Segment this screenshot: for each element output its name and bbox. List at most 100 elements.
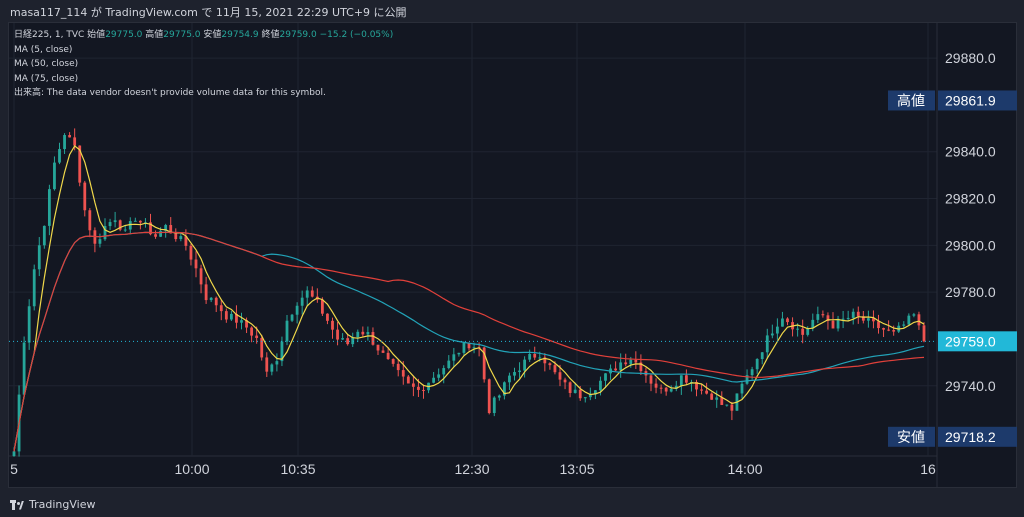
time-tick-label: 12:30: [454, 461, 489, 477]
candle-body: [300, 297, 304, 306]
candle-body: [882, 328, 885, 330]
candle-body: [583, 397, 587, 399]
candle-body: [755, 359, 759, 370]
candle-body: [331, 320, 334, 330]
candle-body: [295, 305, 299, 315]
high-label-text: 高値: [897, 92, 925, 109]
candle-body: [831, 320, 835, 329]
candle-body: [219, 305, 223, 312]
tradingview-logo[interactable]: TradingView: [10, 498, 95, 511]
candle-body: [209, 297, 213, 301]
candle-body: [518, 370, 521, 373]
symbol-label: 日経225, 1, TVC: [14, 30, 85, 40]
candle-body: [265, 357, 269, 372]
ma50-legend[interactable]: MA (50, close): [14, 57, 393, 72]
open-value: 29775.0: [105, 30, 143, 40]
candle-body: [553, 365, 557, 373]
volume-legend: 出来高: The data vendor doesn't provide vol…: [14, 86, 393, 101]
candle-body: [892, 330, 896, 332]
candle-body: [563, 379, 567, 383]
candle-body: [386, 352, 390, 360]
candle-body: [922, 325, 926, 342]
candle-body: [154, 234, 157, 237]
candle-body: [528, 353, 532, 360]
candle-body: [887, 329, 891, 331]
candle-body: [508, 375, 511, 383]
candle-body: [305, 290, 309, 298]
candle-body: [513, 372, 516, 376]
high-label: 高値: [145, 30, 164, 40]
candle-body: [851, 311, 855, 318]
low-label-text: 安値: [897, 430, 925, 446]
price-tick-label: 29820.0: [945, 191, 996, 207]
candle-body: [447, 360, 451, 369]
candle-body: [654, 383, 658, 388]
candle-body: [224, 311, 228, 320]
candle-body: [361, 331, 365, 335]
candle-body: [113, 220, 117, 223]
candle-body: [649, 375, 653, 384]
candle-body: [401, 370, 405, 377]
candle-body: [270, 364, 274, 372]
price-tick-label: 29800.0: [945, 237, 996, 253]
candle-body: [381, 350, 385, 353]
change-value: −15.2 (−0.05%): [319, 30, 394, 40]
candle-body: [821, 314, 825, 316]
candle-body: [624, 362, 628, 365]
candle-body: [326, 313, 329, 321]
candle-body: [204, 284, 208, 301]
candle-body: [877, 321, 880, 329]
candle-body: [22, 342, 26, 395]
footer: TradingView: [0, 492, 1024, 517]
candle-body: [497, 395, 501, 398]
candle-body: [796, 328, 800, 330]
candle-body: [452, 354, 456, 361]
candle-body: [457, 352, 461, 355]
candle-body: [750, 369, 754, 376]
candle-body: [396, 363, 400, 371]
candle-body: [912, 314, 916, 316]
volume-label: 出来高:: [14, 88, 45, 98]
candle-body: [356, 331, 360, 338]
candle-body: [442, 368, 446, 375]
ma5-legend[interactable]: MA (5, close): [14, 43, 393, 58]
candle-body: [411, 383, 415, 387]
candle-body: [760, 352, 764, 360]
ohlc-line: 日経225, 1, TVC 始値29775.0 高値29775.0 安値2975…: [14, 28, 393, 43]
candle-body: [669, 388, 673, 392]
candle-body: [578, 389, 582, 399]
candle-body: [538, 357, 542, 359]
candle-body: [599, 380, 602, 391]
ma75-legend[interactable]: MA (75, close): [14, 72, 393, 87]
ma75-line: [13, 231, 925, 452]
candle-body: [27, 306, 31, 343]
candle-body: [63, 135, 66, 150]
ma50-line: [13, 231, 925, 452]
candle-body: [189, 245, 193, 260]
candle-body: [801, 328, 805, 335]
candle-body: [472, 347, 476, 349]
candle-body: [816, 314, 820, 320]
candle-body: [710, 393, 714, 400]
candle-body: [391, 359, 395, 364]
candle-body: [619, 362, 623, 371]
low-value: 29754.9: [221, 30, 259, 40]
candle-body: [902, 324, 906, 326]
candle-body: [705, 390, 709, 394]
candle-body: [12, 451, 16, 457]
candle-body: [240, 320, 243, 323]
time-tick-label: 14:00: [727, 461, 762, 477]
candle-body: [37, 245, 41, 270]
candle-body: [492, 397, 496, 414]
candle-body: [664, 387, 668, 392]
candle-body: [159, 230, 163, 237]
candle-body: [558, 372, 562, 380]
candle-body: [53, 162, 56, 190]
candle-body: [320, 299, 324, 314]
candle-body: [634, 359, 638, 363]
high-value-text: 29861.9: [945, 92, 996, 108]
candle-body: [715, 397, 719, 400]
candle-body: [255, 335, 259, 339]
candle-body: [229, 313, 233, 320]
candle-body: [32, 269, 36, 307]
